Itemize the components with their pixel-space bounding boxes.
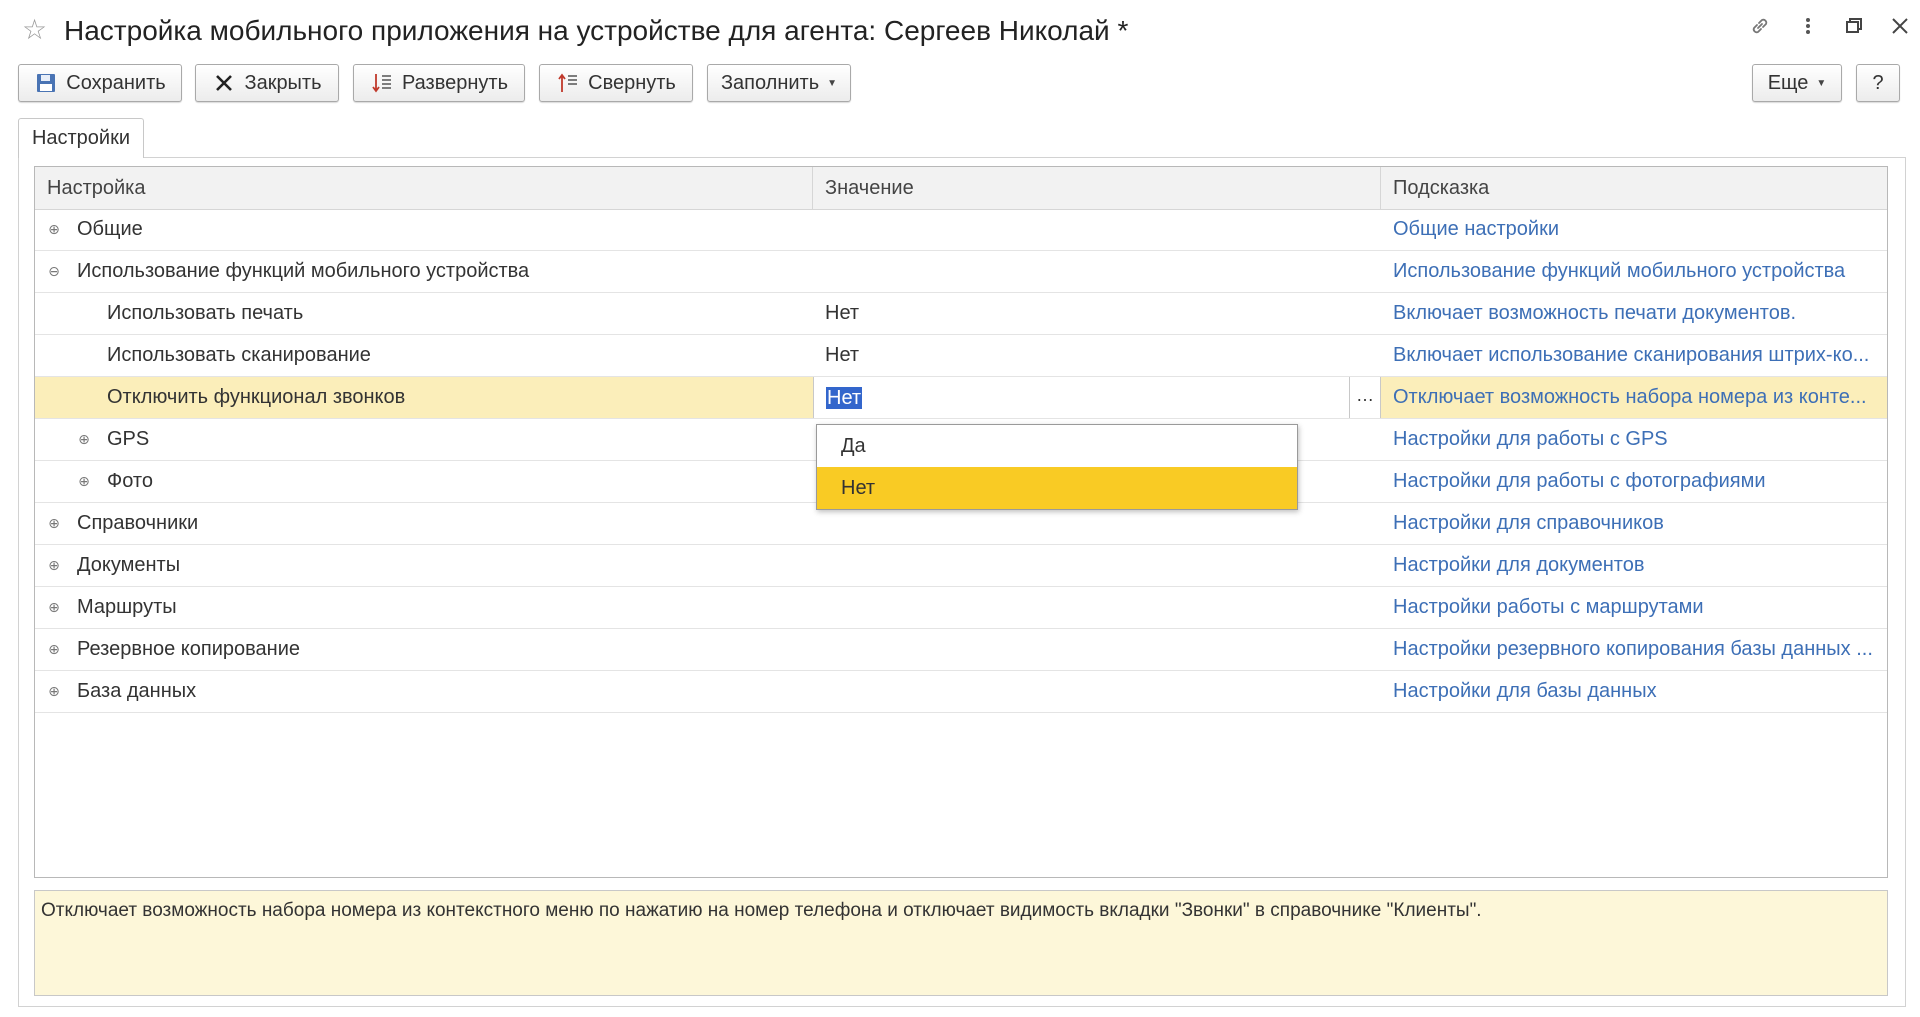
setting-value[interactable] — [825, 587, 1365, 628]
restore-window-icon[interactable] — [1838, 14, 1870, 46]
close-icon[interactable] — [1884, 14, 1916, 46]
tab-settings[interactable]: Настройки — [18, 118, 144, 158]
setting-name: Использование функций мобильного устройс… — [77, 260, 530, 282]
settings-table: Настройка Значение Подсказка ⊕ Общие Общ… — [34, 166, 1888, 878]
close-x-icon — [212, 71, 236, 95]
star-icon[interactable]: ☆ — [22, 14, 47, 46]
table-header: Настройка Значение Подсказка — [35, 167, 1887, 210]
close-button-label: Закрыть — [244, 71, 322, 94]
value-input[interactable]: Нет … — [813, 377, 1381, 418]
setting-hint-link[interactable]: Настройки для документов — [1393, 545, 1883, 586]
table-row[interactable]: ⊖ Использование функций мобильного устро… — [35, 251, 1887, 293]
setting-value[interactable]: Нет — [825, 335, 1365, 376]
save-button-label: Сохранить — [66, 71, 166, 94]
setting-hint-link[interactable]: Включает использование сканирования штри… — [1393, 335, 1883, 376]
setting-hint-link[interactable]: Настройки для работы с GPS — [1393, 419, 1883, 460]
setting-value[interactable] — [825, 671, 1365, 712]
link-icon[interactable] — [1744, 14, 1776, 46]
column-header-hint[interactable]: Подсказка — [1381, 167, 1887, 209]
setting-value[interactable] — [825, 209, 1365, 250]
table-row-selected[interactable]: Отключить функционал звонков Нет … Отклю… — [35, 377, 1887, 419]
table-row[interactable]: ⊕ Маршруты Настройки работы с маршрутами — [35, 587, 1887, 629]
setting-description: Отключает возможность набора номера из к… — [34, 890, 1888, 996]
setting-value[interactable] — [825, 545, 1365, 586]
setting-hint-link[interactable]: Отключает возможность набора номера из к… — [1393, 377, 1883, 418]
column-header-value[interactable]: Значение — [813, 167, 1381, 209]
expand-button[interactable]: Развернуть — [353, 64, 525, 102]
setting-hint-link[interactable]: Настройки для работы с фотографиями — [1393, 461, 1883, 502]
more-dropdown-button[interactable]: Еще ▼ — [1752, 64, 1842, 102]
expand-tree-icon — [370, 71, 394, 95]
save-button[interactable]: Сохранить — [18, 64, 182, 102]
column-header-setting[interactable]: Настройка — [35, 167, 813, 209]
setting-name: Использовать сканирование — [107, 344, 371, 366]
setting-name: Справочники — [77, 512, 199, 534]
table-row[interactable]: Использовать печать Нет Включает возможн… — [35, 293, 1887, 335]
setting-hint-link[interactable]: Включает возможность печати документов. — [1393, 293, 1883, 334]
setting-hint-link[interactable]: Настройки резервного копирования базы да… — [1393, 629, 1883, 670]
setting-name: База данных — [77, 680, 197, 702]
setting-hint-link[interactable]: Настройки для справочников — [1393, 503, 1883, 544]
value-input-text[interactable]: Нет — [826, 387, 863, 409]
setting-value[interactable]: Нет — [825, 293, 1365, 334]
expand-button-label: Развернуть — [401, 71, 508, 94]
setting-value[interactable] — [825, 629, 1365, 670]
setting-hint-link[interactable]: Общие настройки — [1393, 209, 1883, 250]
setting-hint-link[interactable]: Настройки для базы данных — [1393, 671, 1883, 712]
collapse-tree-icon — [556, 71, 580, 95]
setting-value[interactable] — [825, 251, 1365, 292]
more-button-label: Еще — [1767, 71, 1809, 94]
setting-name: Общие — [77, 218, 143, 240]
setting-name: Использовать печать — [107, 302, 304, 324]
setting-hint-link[interactable]: Использование функций мобильного устройс… — [1393, 251, 1883, 292]
setting-name: Документы — [77, 554, 181, 576]
fill-button-label: Заполнить — [720, 71, 820, 94]
chevron-down-icon: ▼ — [827, 77, 838, 89]
value-dropdown-list: Да Нет — [816, 424, 1298, 510]
setting-hint-link[interactable]: Настройки работы с маршрутами — [1393, 587, 1883, 628]
dropdown-option-no[interactable]: Нет — [817, 467, 1297, 509]
window-titlebar: ☆ Настройка мобильного приложения на уст… — [0, 0, 1920, 62]
dropdown-option-yes[interactable]: Да — [817, 425, 1297, 467]
setting-name: Фото — [107, 470, 153, 492]
help-button[interactable]: ? — [1856, 64, 1900, 102]
table-row[interactable]: ⊕ Общие Общие настройки — [35, 209, 1887, 251]
collapse-button[interactable]: Свернуть — [539, 64, 693, 102]
window-title: Настройка мобильного приложения на устро… — [64, 15, 1129, 46]
setting-name: Маршруты — [77, 596, 177, 618]
fill-dropdown-button[interactable]: Заполнить ▼ — [707, 64, 851, 102]
tab-settings-label: Настройки — [31, 127, 131, 149]
table-row[interactable]: ⊕ Документы Настройки для документов — [35, 545, 1887, 587]
choice-button[interactable]: … — [1349, 377, 1380, 418]
setting-name: Отключить функционал звонков — [107, 386, 406, 408]
more-vertical-icon[interactable] — [1792, 14, 1824, 46]
help-button-label: ? — [1872, 71, 1884, 94]
setting-name: GPS — [107, 428, 150, 450]
table-row[interactable]: Использовать сканирование Нет Включает и… — [35, 335, 1887, 377]
chevron-down-icon: ▼ — [1816, 77, 1827, 89]
table-row[interactable]: ⊕ База данных Настройки для базы данных — [35, 671, 1887, 713]
collapse-button-label: Свернуть — [588, 71, 676, 94]
setting-name: Резервное копирование — [77, 638, 301, 660]
close-button[interactable]: Закрыть — [195, 64, 339, 102]
table-row[interactable]: ⊕ Резервное копирование Настройки резерв… — [35, 629, 1887, 671]
floppy-disk-icon — [34, 71, 58, 95]
